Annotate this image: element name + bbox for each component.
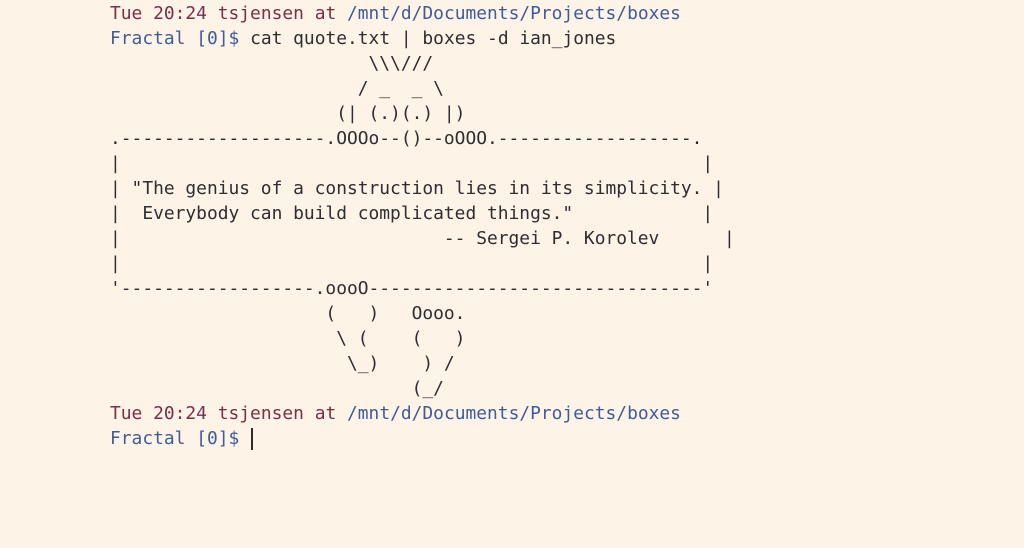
prompt-host: Fractal <box>110 428 186 449</box>
output-line: \\\/// <box>110 53 434 74</box>
prompt-datetime: Tue 20:24 <box>110 3 207 24</box>
output-line: '------------------.oooO----------------… <box>110 278 714 299</box>
command-text: cat quote.txt | boxes -d ian_jones <box>250 28 617 49</box>
prompt-job: [0] <box>196 428 229 449</box>
prompt-info-line: Tue 20:24 tsjensen at /mnt/d/Documents/P… <box>110 401 681 426</box>
output-line: / _ _ \ <box>110 78 444 99</box>
text-cursor <box>251 428 253 450</box>
prompt-job: [0] <box>196 28 229 49</box>
prompt-at: at <box>314 3 337 24</box>
prompt-host: Fractal <box>110 28 186 49</box>
output-line: \_) ) / <box>110 353 455 374</box>
output-line: (| (.)(.) |) <box>110 103 466 124</box>
output-line: ( ) Oooo. <box>110 303 466 324</box>
prompt-info-line: Tue 20:24 tsjensen at /mnt/d/Documents/P… <box>110 1 681 26</box>
output-line: .-------------------.OOOo--()--oOOO.----… <box>110 128 703 149</box>
command-line[interactable]: Fractal [0]$ <box>110 426 253 451</box>
output-line: | "The genius of a construction lies in … <box>110 178 724 199</box>
output-line: | -- Sergei P. Korolev | <box>110 228 735 249</box>
output-line: \ ( ( ) <box>110 328 466 349</box>
prompt-path: /mnt/d/Documents/Projects/boxes <box>347 403 681 424</box>
prompt-at: at <box>314 403 337 424</box>
prompt-dollar: $ <box>228 428 240 449</box>
terminal-window[interactable]: Tue 20:24 tsjensen at /mnt/d/Documents/P… <box>0 0 1024 548</box>
prompt-datetime: Tue 20:24 <box>110 403 207 424</box>
output-line: | | <box>110 153 714 174</box>
output-line: | Everybody can build complicated things… <box>110 203 714 224</box>
prompt-user: tsjensen <box>217 403 304 424</box>
prompt-path: /mnt/d/Documents/Projects/boxes <box>347 3 681 24</box>
prompt-user: tsjensen <box>217 3 304 24</box>
output-line: | | <box>110 253 714 274</box>
command-line: Fractal [0]$ cat quote.txt | boxes -d ia… <box>110 26 616 51</box>
output-line: (_/ <box>110 378 444 399</box>
prompt-dollar: $ <box>228 28 240 49</box>
